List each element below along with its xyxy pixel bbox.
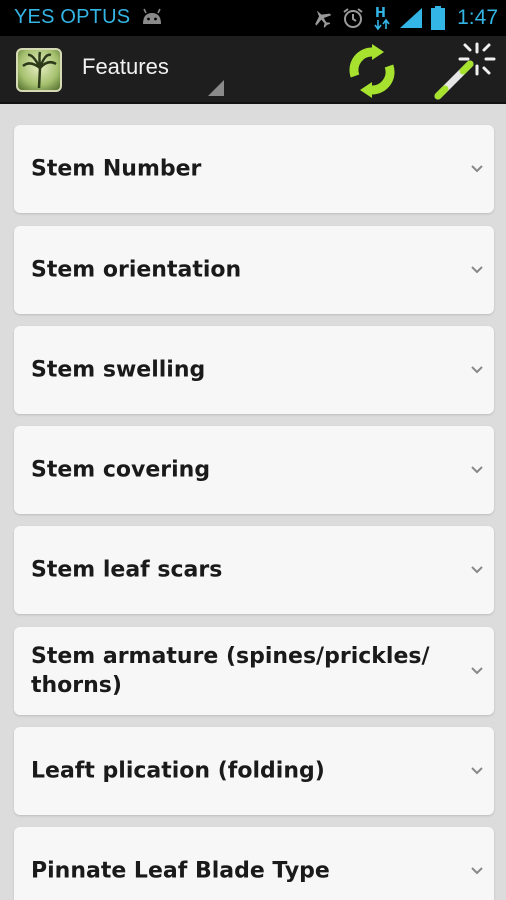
carrier-label: YES OPTUS (14, 6, 131, 28)
magic-wand-icon[interactable] (430, 40, 496, 102)
feature-label: Stem armature (spines/prickles/ thorns) (31, 644, 430, 698)
status-clock: 1:47 (457, 6, 498, 29)
feature-card-stem-leaf-scars[interactable]: Stem leaf scars (14, 526, 494, 614)
feature-label: Stem Number (31, 156, 202, 182)
signal-strength-icon (400, 8, 423, 28)
chevron-down-icon (471, 767, 483, 775)
feature-label: Stem orientation (31, 257, 242, 283)
chevron-down-icon (471, 566, 483, 574)
feature-label: Stem swelling (31, 357, 206, 383)
chevron-down-icon (471, 667, 483, 675)
hspa-data-icon: H (374, 6, 390, 31)
chevron-down-icon (471, 266, 483, 274)
feature-label: Leaft plication (folding) (31, 758, 325, 784)
refresh-icon[interactable] (344, 42, 400, 100)
feature-card-stem-covering[interactable]: Stem covering (14, 426, 494, 514)
feature-label: Pinnate Leaf Blade Type (31, 858, 330, 884)
airplane-mode-icon (315, 10, 332, 28)
chevron-down-icon (471, 466, 483, 474)
feature-card-stem-number[interactable]: Stem Number (14, 125, 494, 213)
feature-list[interactable]: Stem Number Stem orientation Stem swelli… (0, 104, 506, 900)
alarm-clock-icon (343, 8, 363, 28)
feature-card-stem-armature[interactable]: Stem armature (spines/prickles/ thorns) (14, 627, 494, 715)
status-bar: YES OPTUS H 1:47 (0, 0, 506, 36)
feature-card-stem-swelling[interactable]: Stem swelling (14, 326, 494, 414)
feature-label: Stem leaf scars (31, 557, 223, 583)
chevron-down-icon (471, 366, 483, 374)
feature-card-leaf-plication[interactable]: Leaft plication (folding) (14, 727, 494, 815)
feature-card-pinnate-leaf-blade-type[interactable]: Pinnate Leaf Blade Type (14, 827, 494, 900)
chevron-down-icon (471, 165, 483, 173)
dropdown-indicator-icon[interactable] (208, 80, 224, 96)
android-notification-icon (143, 8, 161, 24)
page-title[interactable]: Features (82, 54, 169, 80)
chevron-down-icon (471, 867, 483, 875)
app-palm-icon[interactable] (16, 48, 62, 92)
feature-card-stem-orientation[interactable]: Stem orientation (14, 226, 494, 314)
feature-label: Stem covering (31, 457, 211, 483)
svg-text:H: H (375, 6, 386, 21)
battery-icon (431, 6, 446, 30)
